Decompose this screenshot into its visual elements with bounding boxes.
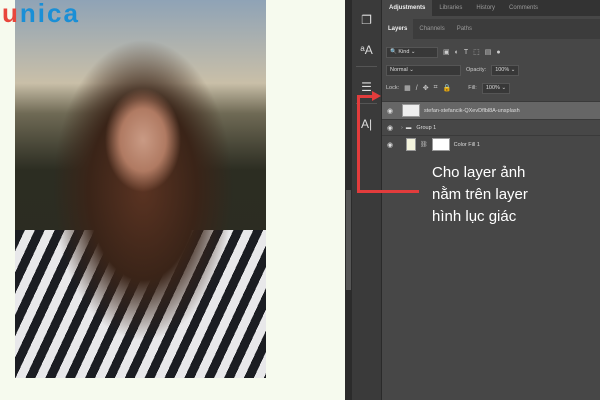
lock-transparent-icon[interactable]: ▦ [404, 84, 411, 92]
lock-all-icon[interactable]: 🔒 [443, 84, 452, 92]
fill-input[interactable]: 100% ⌄ [481, 82, 511, 94]
annotation-arrow [357, 95, 360, 193]
layer-row[interactable]: ◉ ⛓ Color Fill 1 [382, 135, 600, 153]
link-icon[interactable]: ⛓ [420, 141, 428, 148]
type-filter-icon[interactable]: T [464, 49, 468, 56]
opacity-input[interactable]: 100% ⌄ [491, 64, 520, 76]
layer-name: Color Fill 1 [453, 141, 480, 148]
layers-tabs: Layers Channels Paths [382, 19, 600, 39]
scrollbar[interactable] [346, 190, 351, 290]
layer-name: stefan-stefancik-QXevDflbl8A-unsplash [424, 107, 520, 114]
tab-adjustments[interactable]: Adjustments [382, 0, 433, 16]
layer-comps-icon[interactable]: ❐ [357, 10, 377, 30]
pixel-filter-icon[interactable]: ▣ [443, 48, 450, 56]
tab-paths[interactable]: Paths [451, 19, 478, 39]
fill-color-swatch[interactable] [406, 138, 416, 151]
smart-object-filter-icon[interactable]: ▤ [485, 48, 492, 56]
blend-mode-select[interactable]: Normal ⌄ [386, 64, 461, 76]
lock-artboard-icon[interactable]: ⌗ [434, 84, 438, 92]
filter-toggle-icon[interactable]: ● [496, 49, 500, 56]
visibility-eye-icon[interactable]: ◉ [382, 141, 398, 149]
unica-logo: unica [2, 0, 80, 28]
lock-image-icon[interactable]: / [416, 85, 418, 92]
lock-position-icon[interactable]: ✥ [423, 84, 429, 92]
expand-chevron-icon[interactable]: › [401, 125, 403, 131]
layer-thumbnail [402, 104, 420, 117]
adjustment-filter-icon[interactable]: ◐ [455, 49, 459, 56]
annotation-text: Cho layer ảnh nằm trên layer hình lục gi… [432, 164, 528, 225]
filter-kind-select[interactable]: 🔍 Kind ⌄ [386, 46, 438, 58]
folder-icon: ▬ [405, 124, 412, 131]
tab-comments[interactable]: Comments [502, 0, 545, 16]
lock-label: Lock: [386, 85, 400, 91]
tab-libraries[interactable]: Libraries [432, 0, 469, 16]
layer-name: Group 1 [416, 124, 437, 131]
panel-tabs: Adjustments Libraries History Comments [382, 0, 600, 16]
visibility-eye-icon[interactable]: ◉ [382, 124, 398, 132]
portrait-photo [15, 0, 266, 378]
character-styles-icon[interactable]: ᵃA [357, 40, 377, 60]
divider [356, 66, 377, 67]
tab-channels[interactable]: Channels [413, 19, 450, 39]
layer-row[interactable]: ◉ stefan-stefancik-QXevDflbl8A-unsplash [382, 101, 600, 119]
document-canvas: unica [0, 0, 345, 400]
annotation-arrow [357, 190, 419, 193]
mask-thumbnail [431, 138, 450, 151]
tab-layers[interactable]: Layers [382, 19, 414, 39]
visibility-eye-icon[interactable]: ◉ [382, 107, 398, 115]
panel-dock: ❐ ᵃA ☰ A| [352, 0, 382, 400]
tab-history[interactable]: History [469, 0, 502, 16]
arrow-head-icon [372, 91, 381, 101]
shape-filter-icon[interactable]: ⬚ [473, 48, 480, 56]
opacity-label: Opacity: [466, 67, 487, 73]
fill-label: Fill: [468, 85, 477, 91]
layer-row[interactable]: ◉ › ▬ Group 1 [382, 119, 600, 135]
